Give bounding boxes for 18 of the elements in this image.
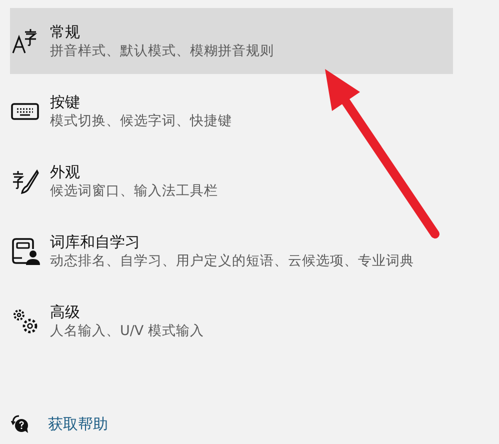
item-title: 常规 xyxy=(50,22,80,42)
item-description: 人名输入、U/V 模式输入 xyxy=(50,322,204,340)
item-title: 词库和自学习 xyxy=(50,232,140,252)
item-description: 动态排名、自学习、用户定义的短语、云候选项、专业词典 xyxy=(50,252,414,270)
item-title: 外观 xyxy=(50,162,80,182)
settings-item[interactable]: 高级 人名输入、U/V 模式输入 xyxy=(10,288,453,354)
settings-item[interactable]: 常规 拼音样式、默认模式、模糊拼音规则 xyxy=(10,8,453,74)
item-description: 拼音样式、默认模式、模糊拼音规则 xyxy=(50,42,274,60)
item-title: 高级 xyxy=(50,302,80,322)
user-dictionary-icon xyxy=(10,236,40,266)
help-link[interactable]: 获取帮助 xyxy=(48,414,108,434)
settings-item[interactable]: 词库和自学习 动态排名、自学习、用户定义的短语、云候选项、专业词典 xyxy=(10,218,453,284)
item-description: 候选词窗口、输入法工具栏 xyxy=(50,182,218,200)
settings-item[interactable]: 按键 模式切换、候选字词、快捷键 xyxy=(10,78,453,144)
settings-item[interactable]: 外观 候选词窗口、输入法工具栏 xyxy=(10,148,453,214)
help-icon xyxy=(10,414,30,434)
item-title: 按键 xyxy=(50,92,80,112)
item-description: 模式切换、候选字词、快捷键 xyxy=(50,112,232,130)
